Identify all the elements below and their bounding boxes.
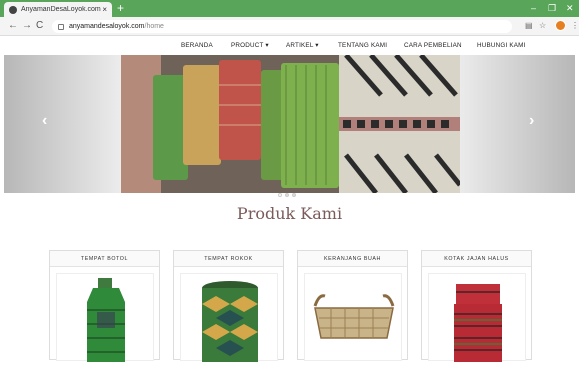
- more-vert-icon[interactable]: ⋮: [571, 20, 579, 32]
- lock-icon: [58, 23, 64, 30]
- star-icon[interactable]: ☆: [539, 20, 546, 32]
- arrow-right-icon[interactable]: →: [22, 20, 32, 32]
- tab-title: AnyamanDesaLoyok.com: [21, 6, 101, 13]
- arrow-left-icon[interactable]: ←: [8, 20, 18, 32]
- minimize-button[interactable]: –: [531, 2, 536, 14]
- product-image: [304, 273, 402, 361]
- nav-item-beranda[interactable]: BERANDA: [181, 42, 213, 49]
- url-host: anyamandesaloyok.com: [69, 23, 145, 30]
- carousel-indicator[interactable]: [292, 193, 296, 197]
- translate-icon[interactable]: ▤: [525, 20, 533, 32]
- section-title: Produk Kami: [236, 204, 343, 223]
- maximize-button[interactable]: ❐: [548, 2, 556, 14]
- web-page: BERANDA PRODUCT ▾ ARTIKEL ▾ TENTANG KAMI…: [0, 36, 579, 362]
- url-input[interactable]: anyamandesaloyok.com /home: [52, 20, 512, 33]
- product-label: TEMPAT ROKOK: [174, 251, 283, 267]
- url-path: /home: [144, 23, 164, 30]
- carousel-left-panel: [4, 55, 121, 193]
- nav-item-tentang-kami[interactable]: TENTANG KAMI: [338, 42, 387, 49]
- carousel-indicator[interactable]: [285, 193, 289, 197]
- carousel-slide-image: [121, 55, 460, 193]
- fruit-basket-image: [313, 294, 395, 339]
- nav-item-product[interactable]: PRODUCT ▾: [231, 42, 269, 49]
- carousel-indicators: [278, 193, 296, 197]
- product-card[interactable]: TEMPAT ROKOK: [173, 250, 284, 362]
- bottle-holder-image: [87, 278, 125, 362]
- cigarette-holder-image: [202, 281, 258, 362]
- product-label: KERANJANG BUAH: [298, 251, 407, 267]
- product-label: TEMPAT BOTOL: [50, 251, 159, 267]
- product-image: [180, 273, 278, 362]
- nav-item-cara-pembelian[interactable]: CARA PEMBELIAN: [404, 42, 462, 49]
- snack-box-image: [454, 284, 502, 362]
- close-window-button[interactable]: ✕: [566, 2, 574, 14]
- nav-item-hubungi-kami[interactable]: HUBUNGI KAMI: [477, 42, 526, 49]
- favicon-icon: [9, 5, 17, 14]
- carousel-right-panel: [458, 55, 575, 193]
- close-tab-icon[interactable]: ×: [102, 5, 107, 14]
- new-tab-button[interactable]: +: [117, 2, 124, 14]
- address-bar-row: ← → C anyamandesaloyok.com /home ▤ ☆ ⋮: [0, 17, 579, 36]
- product-card[interactable]: KERANJANG BUAH: [297, 250, 408, 361]
- main-navigation: BERANDA PRODUCT ▾ ARTIKEL ▾ TENTANG KAMI…: [0, 36, 579, 56]
- profile-avatar[interactable]: [555, 20, 566, 31]
- product-image: [56, 273, 154, 362]
- reload-icon[interactable]: C: [36, 20, 43, 32]
- browser-tab[interactable]: AnyamanDesaLoyok.com ×: [4, 2, 112, 17]
- nav-item-artikel[interactable]: ARTIKEL ▾: [286, 42, 319, 49]
- carousel-prev-button[interactable]: ‹: [42, 111, 47, 131]
- carousel-indicator[interactable]: [278, 193, 282, 197]
- product-image: [428, 273, 526, 362]
- product-label: KOTAK JAJAN HALUS: [422, 251, 531, 267]
- woven-bags-photo: [121, 55, 460, 193]
- carousel-next-button[interactable]: ›: [529, 111, 534, 131]
- product-card[interactable]: TEMPAT BOTOL: [49, 250, 160, 362]
- hero-carousel: ‹ ›: [4, 55, 575, 197]
- browser-tab-bar: AnyamanDesaLoyok.com × + – ❐ ✕: [0, 0, 579, 17]
- product-card[interactable]: KOTAK JAJAN HALUS: [421, 250, 532, 362]
